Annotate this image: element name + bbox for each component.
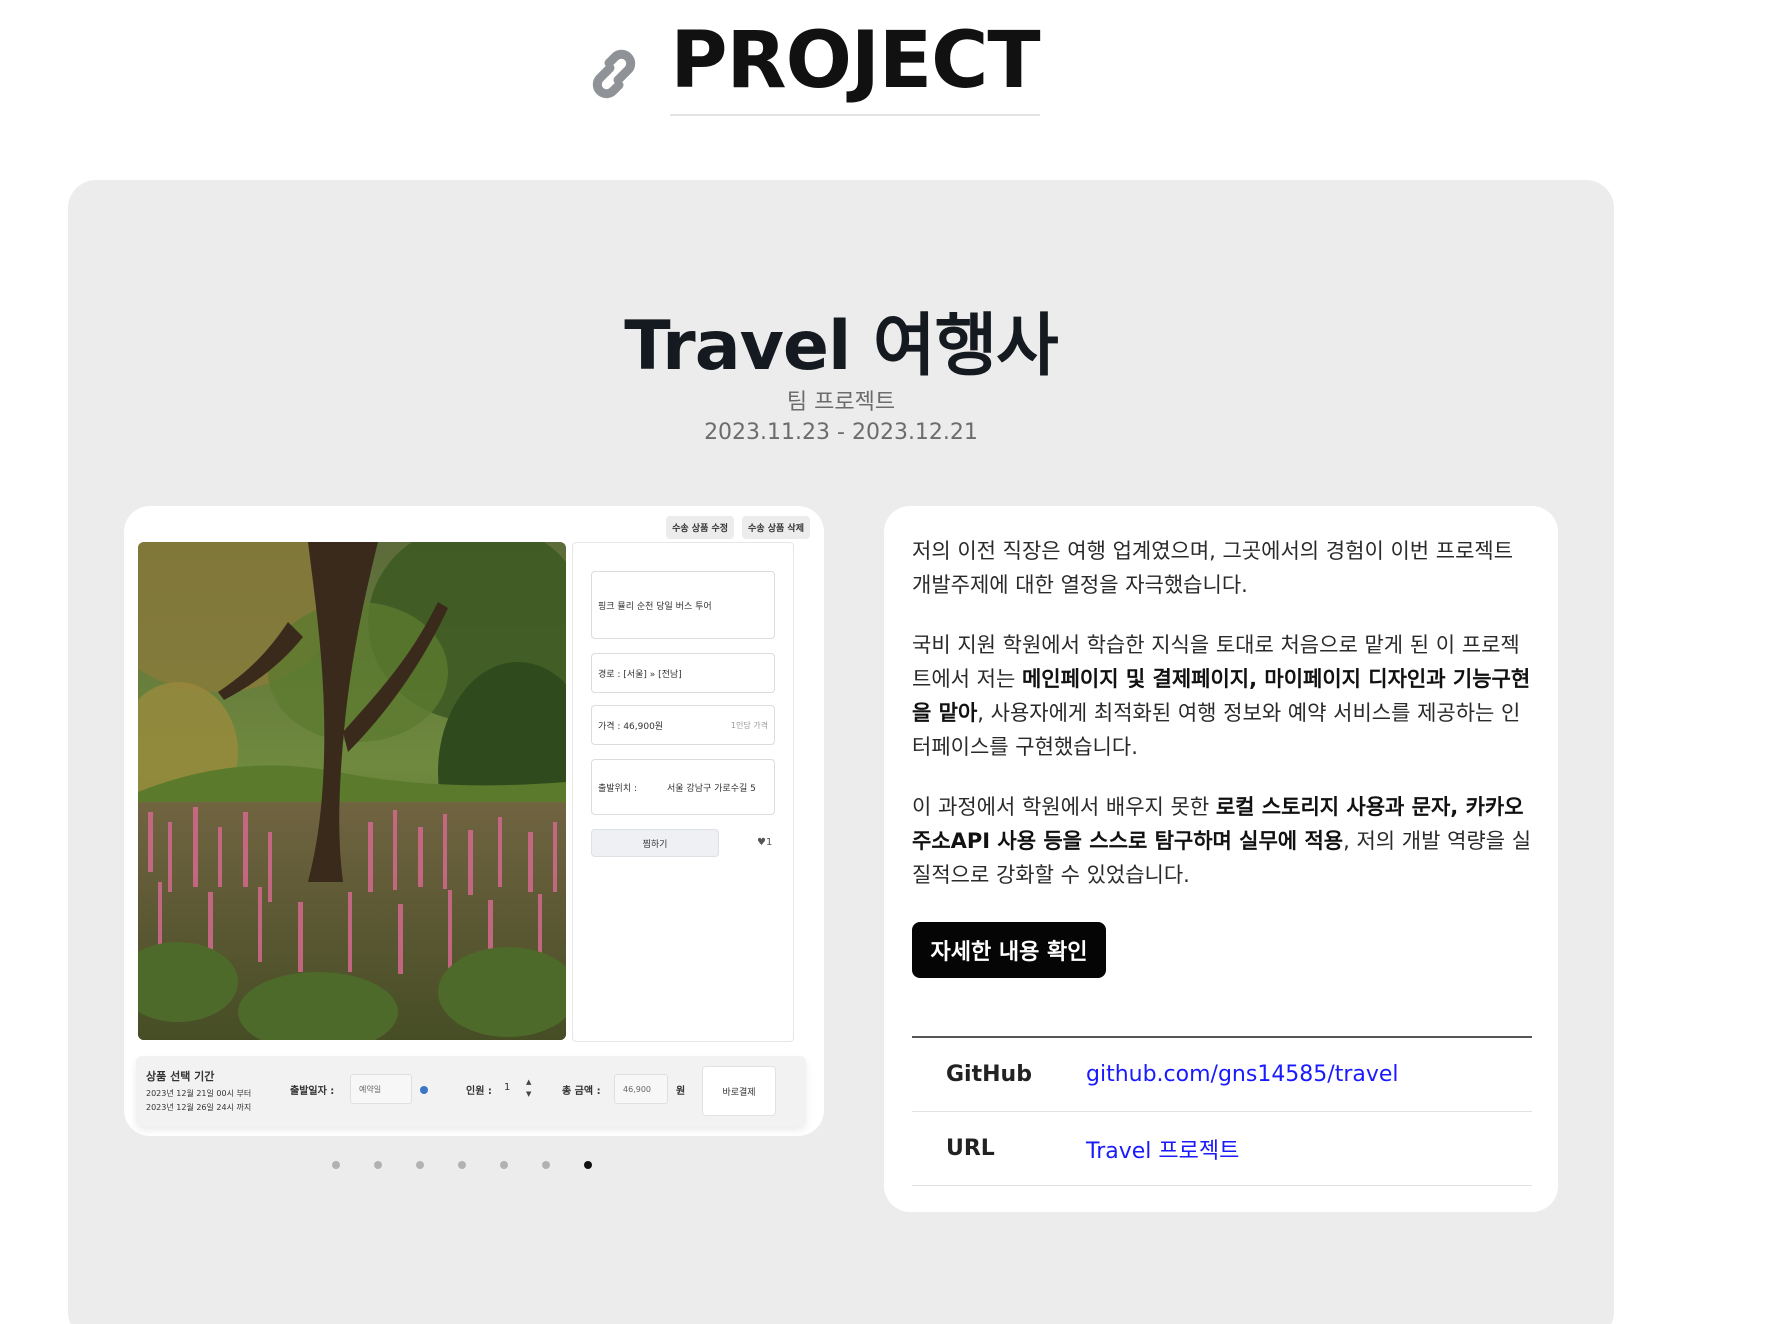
departure-location-field: 출발위치 : 서울 강남구 가로수길 5 [591,759,775,815]
project-kind: 팀 프로젝트 [786,390,896,415]
project-url-link[interactable]: Travel 프로젝트 [1086,1133,1239,1165]
carousel-dot-7[interactable] [584,1161,592,1169]
departure-location-label: 출발위치 : [598,783,638,794]
carousel-dot-1[interactable] [332,1161,340,1169]
period-title: 상품 선택 기간 [146,1070,215,1083]
links-table: GitHub github.com/gns14585/travel URL Tr… [912,1036,1532,1186]
date-field: 예약일 [350,1074,412,1104]
currency-label: 원 [676,1086,686,1097]
description-p3-before: 이 과정에서 학원에서 배우지 못한 [912,795,1216,819]
people-label: 인원 : [466,1086,492,1097]
description-paragraph-2: 국비 지원 학원에서 학습한 지식을 토대로 처음으로 맡게 된 이 프로젝트에… [912,628,1532,764]
section-title: PROJECT [670,22,1041,116]
github-link[interactable]: github.com/gns14585/travel [1086,1062,1399,1087]
github-row: GitHub github.com/gns14585/travel [912,1038,1532,1112]
total-value: 46,900 [614,1074,668,1104]
like-button: 찜하기 [591,829,719,857]
product-name-text: 핑크 뮬리 순천 당일 버스 투어 [598,601,712,612]
project-screenshot-slide[interactable]: 수송 상품 수정 수송 상품 삭제 핑크 뮬리 순천 당일 버스 투어 경로:… [124,506,824,1136]
url-row: URL Travel 프로젝트 [912,1112,1532,1186]
detail-button[interactable]: 자세한 내용 확인 [912,922,1106,978]
url-label: URL [946,1136,995,1161]
buy-now-button: 바로결제 [702,1066,776,1116]
carousel-dots [332,1161,592,1169]
project-period: 2023.11.23 - 2023.12.21 [704,420,978,445]
period-end: 2023년 12월 26일 24시 까지 [146,1103,252,1112]
carousel-dot-6[interactable] [542,1161,550,1169]
delete-product-button: 수송 상품 삭제 [742,516,810,539]
project-title: Travel 여행사 [624,307,1058,386]
stepper-up-icon: ▲ [526,1078,532,1086]
booking-bar: 상품 선택 기간 2023년 12월 21일 00시 부터 2023년 12월 … [136,1056,806,1126]
carousel-dot-4[interactable] [458,1161,466,1169]
people-value: 1 [504,1082,511,1093]
description-panel: 저의 이전 직장은 여행 업계였으며, 그곳에서의 경험이 이번 프로젝트 개발… [884,506,1558,1212]
project-card: Travel 여행사 팀 프로젝트 2023.11.23 - 2023.12.2… [68,180,1614,1324]
date-label: 출발일자 : [290,1086,335,1097]
price-text: 가격 : 46,900원 [598,721,664,732]
description-paragraph-3: 이 과정에서 학원에서 배우지 못한 로컬 스토리지 사용과 문자, 카카오 주… [912,790,1532,892]
price-field: 가격 : 46,900원 1인당 가격 [591,705,775,745]
link-icon [580,34,648,104]
like-count: ♥1 [757,837,773,848]
section-header-inner: PROJECT [580,22,1041,136]
carousel-dot-5[interactable] [500,1161,508,1169]
product-photo [138,542,566,1040]
people-stepper: ▲ ▼ [526,1076,531,1100]
section-header: PROJECT [0,22,1786,136]
departure-location-value: 서울 강남구 가로수길 5 [667,783,756,794]
product-name-field: 핑크 뮬리 순천 당일 버스 투어 [591,571,775,639]
price-hint: 1인당 가격 [730,720,768,730]
stepper-down-icon: ▼ [526,1090,532,1098]
description-paragraph-1: 저의 이전 직장은 여행 업계였으며, 그곳에서의 경험이 이번 프로젝트 개발… [912,534,1532,602]
product-info-form: 핑크 뮬리 순천 당일 버스 투어 경로 : [서울] » [전남] 가격 : … [572,542,794,1042]
carousel-dot-3[interactable] [416,1161,424,1169]
calendar-icon [420,1086,428,1094]
description-p1-text: 저의 이전 직장은 여행 업계였으며, 그곳에서의 경험이 이번 프로젝트 개발… [912,539,1514,597]
period-start: 2023년 12월 21일 00시 부터 [146,1089,252,1098]
description-p2-after: , 사용자에게 최적화된 여행 정보와 예약 서비스를 제공하는 인터페이스를 … [912,701,1521,759]
page: PROJECT Travel 여행사 팀 프로젝트 2023.11.23 - 2… [0,0,1786,1324]
route-field: 경로 : [서울] » [전남] [591,653,775,693]
admin-buttons: 수송 상품 수정 수송 상품 삭제 [666,516,810,539]
github-label: GitHub [946,1062,1032,1087]
carousel-dot-2[interactable] [374,1161,382,1169]
route-text: 경로 : [서울] » [전남] [598,669,682,680]
total-label: 총 금액 : [562,1086,601,1097]
edit-product-button: 수송 상품 수정 [666,516,735,539]
